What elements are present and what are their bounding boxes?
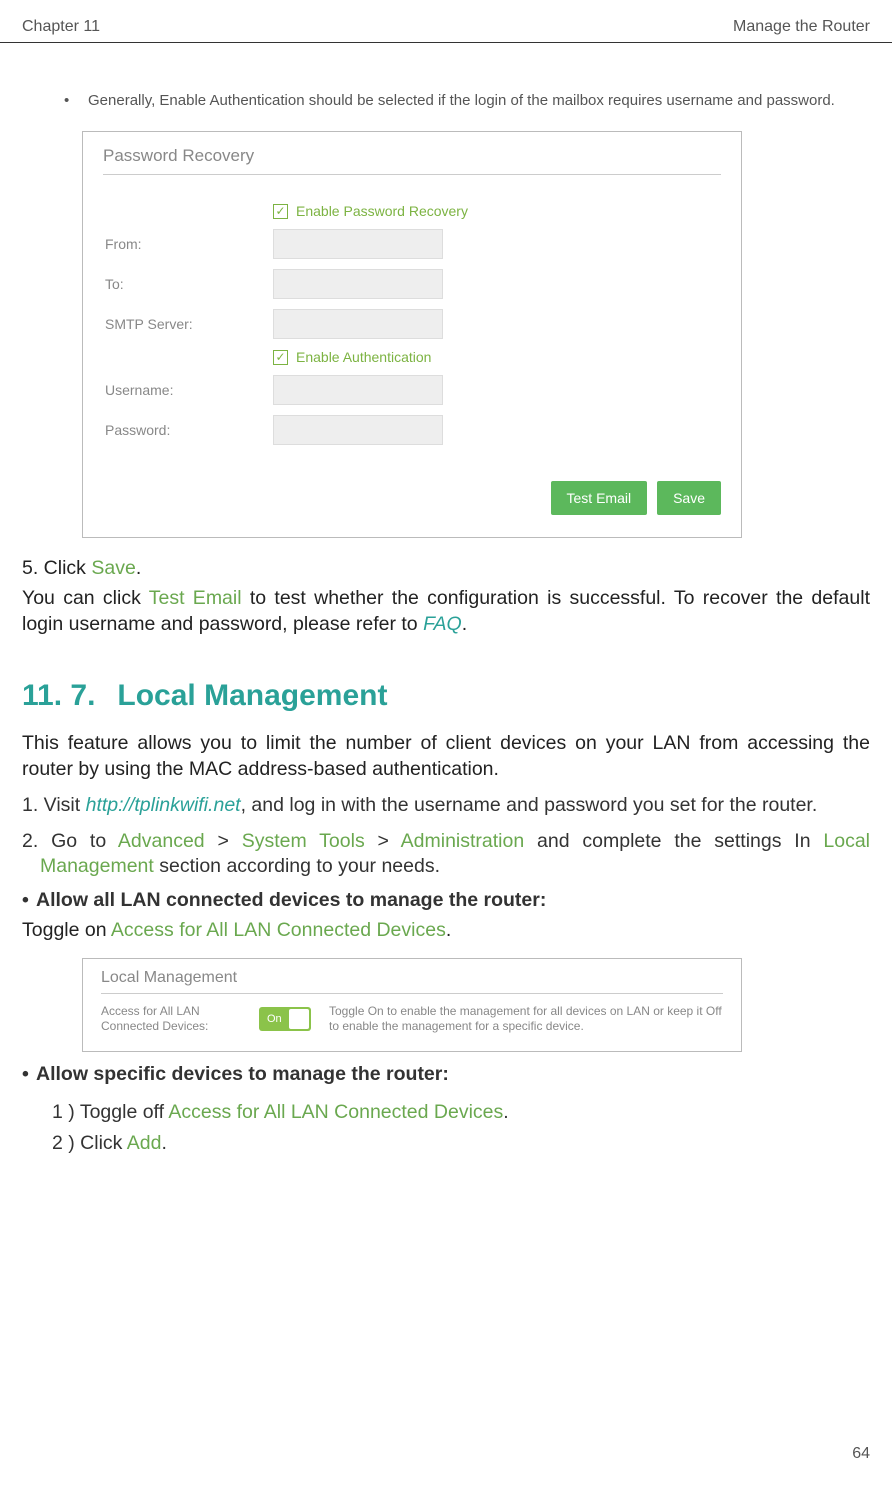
input-username[interactable]	[273, 375, 443, 405]
section-number: 11. 7.	[22, 679, 95, 712]
link-tplinkwifi[interactable]: http://tplinkwifi.net	[86, 794, 241, 816]
header-title: Manage the Router	[733, 18, 870, 36]
substep-1: 1 ) Toggle off Access for All LAN Connec…	[22, 1098, 870, 1127]
label-smtp: SMTP Server:	[103, 316, 273, 332]
panel-title: Password Recovery	[103, 146, 721, 166]
label-password: Password:	[103, 422, 273, 438]
input-from[interactable]	[273, 229, 443, 259]
checkbox-icon[interactable]: ✓	[273, 350, 288, 365]
toggle-knob	[289, 1009, 309, 1029]
section-intro: This feature allows you to limit the num…	[22, 731, 870, 782]
link-system-tools: System Tools	[242, 830, 365, 852]
test-email-button[interactable]: Test Email	[551, 481, 648, 515]
figure-local-management: Local Management Access for All LAN Conn…	[82, 958, 742, 1052]
bullet-allow-specific: • Allow specific devices to manage the r…	[22, 1062, 870, 1088]
label-access-all: Access for All LAN Connected Devices:	[101, 1004, 241, 1034]
checkbox-row-enable-recovery: ✓ Enable Password Recovery	[103, 203, 721, 219]
link-administration: Administration	[401, 830, 525, 852]
note-text: Generally, Enable Authentication should …	[88, 91, 870, 111]
label-from: From:	[103, 236, 273, 252]
header-chapter: Chapter 11	[22, 18, 100, 36]
step-5: 5. Click Save.	[22, 556, 870, 582]
save-button[interactable]: Save	[657, 481, 721, 515]
bullet-allow-all: • Allow all LAN connected devices to man…	[22, 888, 870, 914]
page-number: 64	[852, 1445, 870, 1463]
note-bullet: • Generally, Enable Authentication shoul…	[64, 91, 870, 111]
link-access-all-off: Access for All LAN Connected Devices	[168, 1101, 503, 1123]
input-smtp[interactable]	[273, 309, 443, 339]
toggle-access-all[interactable]: On	[259, 1007, 311, 1031]
link-test-email: Test Email	[149, 587, 242, 609]
step-2: 2. Go to Advanced > System Tools > Admin…	[22, 829, 870, 880]
label-username: Username:	[103, 382, 273, 398]
link-access-all: Access for All LAN Connected Devices	[111, 919, 446, 941]
section-title: Local Management	[117, 679, 387, 712]
divider	[103, 174, 721, 175]
toggle-state: On	[267, 1013, 282, 1025]
link-add: Add	[127, 1132, 162, 1154]
substep-2: 2 ) Click Add.	[22, 1129, 870, 1158]
step-1: 1. Visit http://tplinkwifi.net, and log …	[22, 793, 870, 819]
toggle-description: Toggle On to enable the management for a…	[329, 1004, 723, 1035]
input-password[interactable]	[273, 415, 443, 445]
checkbox-row-enable-auth: ✓ Enable Authentication	[103, 349, 721, 365]
checkbox-label: Enable Password Recovery	[296, 203, 468, 219]
checkbox-label: Enable Authentication	[296, 349, 431, 365]
bullet-dot-icon: •	[64, 91, 88, 111]
link-faq[interactable]: FAQ	[423, 613, 462, 635]
checkbox-icon[interactable]: ✓	[273, 204, 288, 219]
panel-title: Local Management	[101, 969, 723, 987]
divider	[101, 993, 723, 994]
link-advanced: Advanced	[118, 830, 205, 852]
section-heading: 11. 7. Local Management	[22, 679, 870, 713]
toggle-on-instruction: Toggle on Access for All LAN Connected D…	[22, 918, 870, 944]
paragraph-test-email: You can click Test Email to test whether…	[22, 586, 870, 637]
input-to[interactable]	[273, 269, 443, 299]
label-to: To:	[103, 276, 273, 292]
figure-password-recovery: Password Recovery ✓ Enable Password Reco…	[82, 131, 742, 538]
link-save: Save	[91, 557, 135, 579]
